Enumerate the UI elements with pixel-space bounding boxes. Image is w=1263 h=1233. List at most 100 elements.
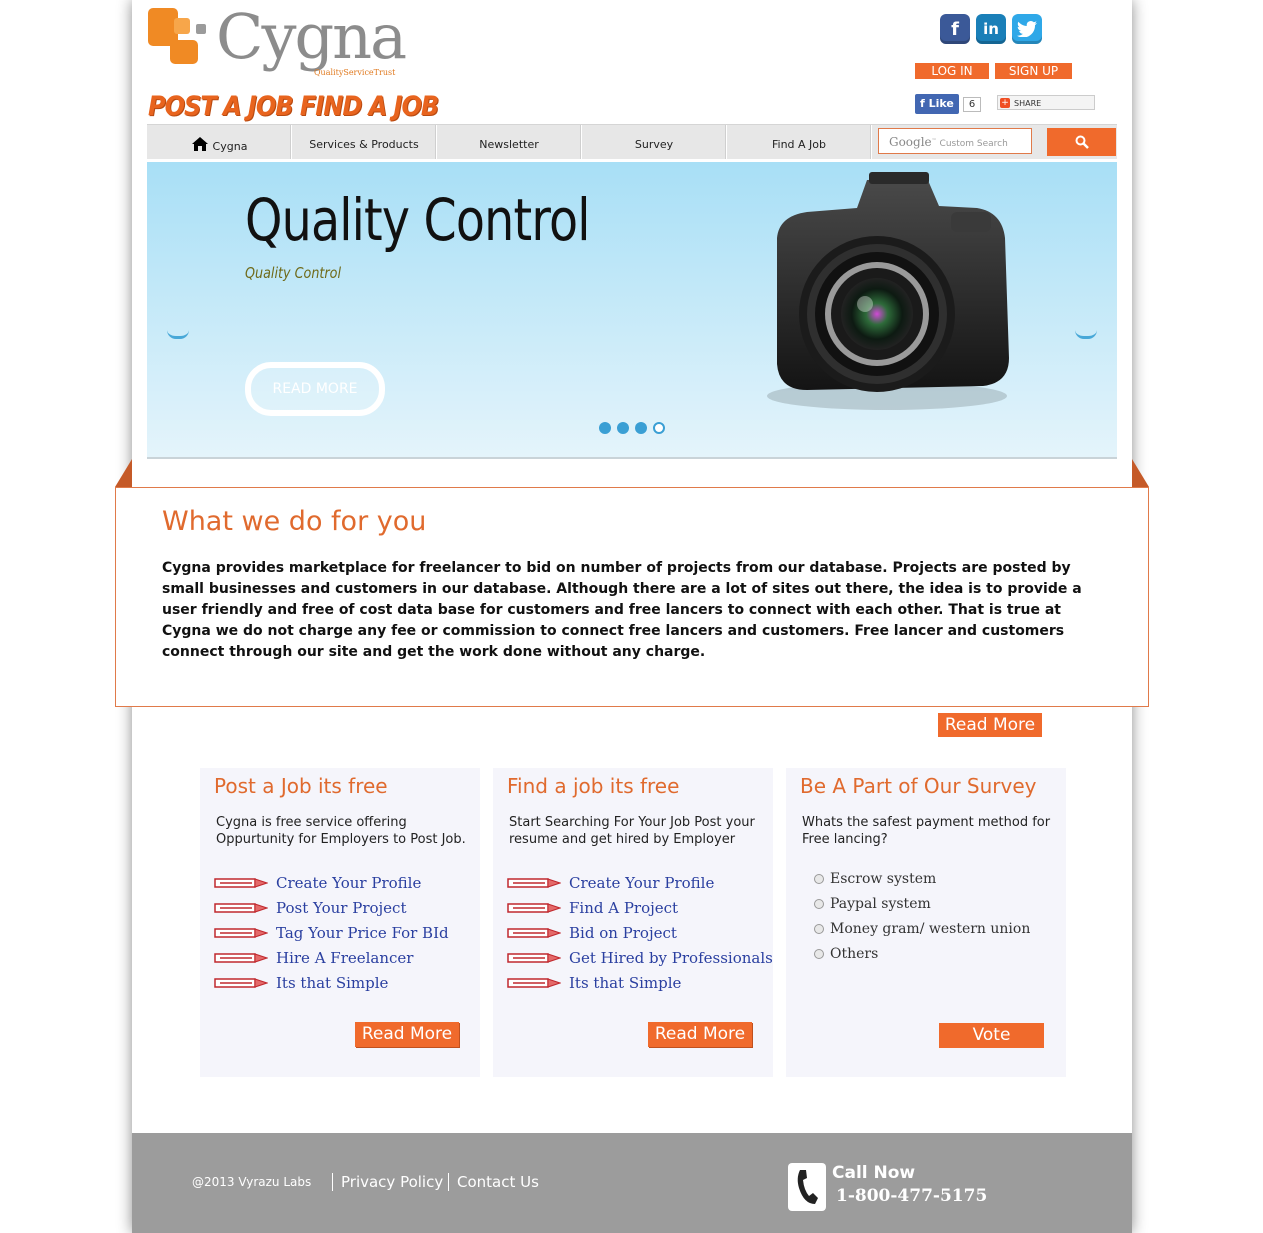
survey-question: Whats the safest payment method for Free…: [802, 815, 1051, 847]
camera-image: [767, 172, 1009, 410]
facebook-like-count: 6: [962, 96, 982, 112]
pencil-icon: [214, 927, 268, 938]
vote-button[interactable]: Vote: [939, 1023, 1044, 1048]
list-item: Its that Simple: [507, 970, 773, 995]
slide-title: Quality Control: [245, 186, 591, 254]
logo-text: Cygna: [216, 0, 407, 73]
post-link[interactable]: Tag Your Price For BId: [276, 924, 449, 942]
pencil-icon: [507, 927, 561, 938]
radio-button[interactable]: [814, 873, 824, 884]
post-link[interactable]: Post Your Project: [276, 899, 407, 917]
slogan: POST A JOB FIND A JOB: [148, 90, 439, 122]
nav-item-home[interactable]: Cygna: [147, 125, 292, 159]
survey-option[interactable]: Paypal system: [814, 891, 1030, 916]
pencil-icon: [507, 977, 561, 988]
post-link[interactable]: Create Your Profile: [276, 874, 421, 892]
post-job-desc: Cygna is free service offering Oppurtuni…: [216, 815, 466, 847]
find-job-read-more-button[interactable]: Read More: [648, 1022, 752, 1047]
find-link[interactable]: Its that Simple: [569, 974, 681, 992]
find-link[interactable]: Find A Project: [569, 899, 678, 917]
nav-item-find-job[interactable]: Find A Job: [727, 125, 872, 159]
slider-next-arrow[interactable]: [1075, 330, 1097, 339]
contact-us-link[interactable]: Contact Us: [448, 1173, 539, 1191]
post-job-card: Post a Job its free Cygna is free servic…: [200, 768, 480, 1077]
linkedin-icon[interactable]: in: [976, 14, 1006, 44]
facebook-icon: f: [920, 97, 929, 110]
post-job-links: Create Your Profile Post Your Project Ta…: [214, 870, 449, 995]
find-link[interactable]: Get Hired by Professionals: [569, 949, 773, 967]
post-link[interactable]: Hire A Freelancer: [276, 949, 413, 967]
search-placeholder: Custom Search: [939, 139, 1008, 149]
pencil-icon: [507, 902, 561, 913]
hero-slider: Quality Control Quality Control READ MOR…: [147, 162, 1117, 459]
survey-option[interactable]: Escrow system: [814, 866, 1030, 891]
pencil-icon: [214, 977, 268, 988]
signup-button[interactable]: SIGN UP: [995, 63, 1072, 79]
copyright: @2013 Vyrazu Labs: [192, 1175, 312, 1189]
about-text: Cygna provides marketplace for freelance…: [162, 560, 1082, 660]
survey-card: Be A Part of Our Survey Whats the safest…: [786, 768, 1066, 1077]
slider-prev-arrow[interactable]: [167, 330, 189, 339]
find-job-title: Find a job its free: [507, 774, 680, 798]
slider-dots: [599, 422, 665, 434]
survey-option[interactable]: Others: [814, 941, 1030, 966]
list-item: Get Hired by Professionals: [507, 945, 773, 970]
slider-dot[interactable]: [653, 422, 665, 434]
nav-item-services[interactable]: Services & Products: [292, 125, 437, 159]
social-icons: f in: [940, 14, 1042, 44]
list-item: Create Your Profile: [507, 870, 773, 895]
list-item: Bid on Project: [507, 920, 773, 945]
list-item: Tag Your Price For BId: [214, 920, 449, 945]
google-logo: Google: [889, 135, 932, 149]
privacy-policy-link[interactable]: Privacy Policy: [332, 1173, 443, 1191]
search-icon: [1075, 135, 1089, 149]
post-job-title: Post a Job its free: [214, 774, 388, 798]
facebook-like: f Like 6: [915, 94, 982, 114]
footer: @2013 Vyrazu Labs Privacy Policy Contact…: [132, 1133, 1132, 1233]
nav-item-newsletter[interactable]: Newsletter: [437, 125, 582, 159]
pencil-icon: [214, 877, 268, 888]
post-link[interactable]: Its that Simple: [276, 974, 388, 992]
radio-button[interactable]: [814, 923, 824, 934]
twitter-icon[interactable]: [1012, 14, 1042, 44]
pencil-icon: [214, 902, 268, 913]
pencil-icon: [507, 877, 561, 888]
login-button[interactable]: LOG IN: [915, 63, 989, 79]
radio-button[interactable]: [814, 948, 824, 959]
slide-subtitle: Quality Control: [245, 264, 341, 282]
logo[interactable]: Cygna QualityServiceTrust: [148, 0, 407, 94]
slider-dot[interactable]: [635, 422, 647, 434]
search-input[interactable]: Google™ Custom Search: [878, 128, 1032, 154]
slider-dot[interactable]: [617, 422, 629, 434]
about-title: What we do for you: [162, 506, 427, 537]
search-button[interactable]: [1047, 128, 1116, 156]
slider-dot[interactable]: [599, 422, 611, 434]
pencil-icon: [214, 952, 268, 963]
about-section: What we do for you Cygna provides market…: [115, 487, 1149, 707]
survey-options: Escrow system Paypal system Money gram/ …: [814, 866, 1030, 966]
find-job-card: Find a job its free Start Searching For …: [493, 768, 773, 1077]
logo-tagline: QualityServiceTrust: [314, 68, 396, 77]
survey-option[interactable]: Money gram/ western union: [814, 916, 1030, 941]
find-job-links: Create Your Profile Find A Project Bid o…: [507, 870, 773, 995]
page-container: Cygna QualityServiceTrust POST A JOB FIN…: [115, 0, 1149, 1233]
list-item: Find A Project: [507, 895, 773, 920]
slide-read-more-button[interactable]: READ MORE: [245, 362, 385, 416]
nav-item-survey[interactable]: Survey: [582, 125, 727, 159]
find-link[interactable]: Create Your Profile: [569, 874, 714, 892]
facebook-icon[interactable]: f: [940, 14, 970, 44]
about-read-more-button[interactable]: Read More: [938, 713, 1042, 737]
plus-icon: +: [1000, 98, 1010, 108]
radio-button[interactable]: [814, 898, 824, 909]
call-now-label: Call Now: [832, 1163, 916, 1183]
list-item: Its that Simple: [214, 970, 449, 995]
facebook-like-button[interactable]: f Like: [915, 94, 959, 114]
survey-title: Be A Part of Our Survey: [800, 774, 1037, 798]
share-button[interactable]: + SHARE: [997, 95, 1095, 110]
phone-number[interactable]: 1-800-477-5175: [836, 1186, 987, 1206]
list-item: Create Your Profile: [214, 870, 449, 895]
find-link[interactable]: Bid on Project: [569, 924, 677, 942]
home-icon: [191, 137, 208, 151]
list-item: Hire A Freelancer: [214, 945, 449, 970]
post-job-read-more-button[interactable]: Read More: [355, 1022, 459, 1047]
